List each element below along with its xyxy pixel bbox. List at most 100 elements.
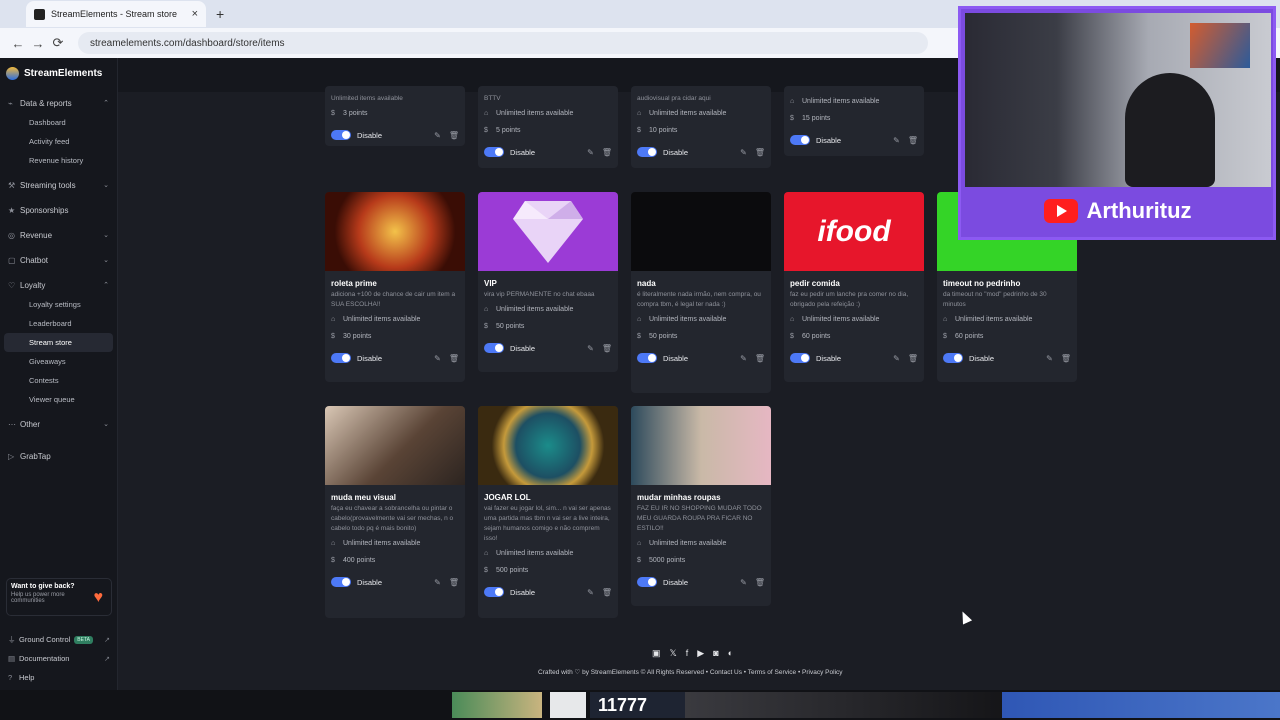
tools-icon: ⚒: [8, 180, 16, 190]
trash-icon[interactable]: 🗑: [1061, 354, 1071, 363]
youtube-icon[interactable]: ▶: [697, 648, 704, 659]
store-item-card: audiovisual pra cidar aqui ⌂ Unlimited it…: [631, 86, 771, 168]
card-availability: ⌂ Unlimited items available: [943, 312, 1071, 327]
edit-icon[interactable]: ✎: [587, 344, 594, 353]
trash-icon[interactable]: 🗑: [602, 344, 612, 353]
edit-icon[interactable]: ✎: [740, 148, 747, 157]
edit-icon[interactable]: ✎: [740, 354, 747, 363]
help-link[interactable]: ? Help: [0, 668, 118, 687]
edit-icon[interactable]: ✎: [893, 136, 900, 145]
chevron-down-icon: ⌄: [103, 232, 109, 239]
sidebar-section-loyalty[interactable]: ♡ Loyalty ⌃: [0, 275, 117, 295]
enable-toggle[interactable]: [943, 353, 963, 363]
sidebar-item-activity-feed[interactable]: Activity feed: [4, 132, 113, 151]
ground-control-link[interactable]: ⏚ Ground Control BETA ↗: [0, 630, 118, 649]
store-item-card[interactable]: ifood pedir comida faz eu pedir um lanch…: [784, 192, 924, 382]
wall-painting: [1190, 23, 1250, 68]
streamelements-favicon-icon: [34, 8, 45, 20]
trash-icon[interactable]: 🗑: [755, 578, 765, 587]
sidebar-item-stream-store[interactable]: Stream store: [4, 333, 113, 352]
brand[interactable]: StreamElements: [0, 58, 117, 88]
dollar-icon: $: [484, 323, 488, 330]
sidebar-section-grabtap[interactable]: ▷ GrabTap: [0, 446, 117, 466]
enable-toggle[interactable]: [790, 135, 810, 145]
url-text: streamelements.com/dashboard/store/items: [90, 37, 285, 49]
discord-icon[interactable]: ◐: [728, 648, 733, 659]
sidebar-section-sponsorships[interactable]: ★ Sponsorships: [0, 200, 117, 220]
enable-toggle[interactable]: [637, 353, 657, 363]
edit-icon[interactable]: ✎: [587, 588, 594, 597]
trash-icon[interactable]: 🗑: [449, 354, 459, 363]
card-title: timeout no pedrinho: [943, 279, 1021, 288]
trash-icon[interactable]: 🗑: [449, 131, 459, 140]
trash-icon[interactable]: 🗑: [602, 148, 612, 157]
sidebar-section-chatbot[interactable]: ▢ Chatbot ⌄: [0, 250, 117, 270]
give-back-card[interactable]: Want to give back? Help us power more co…: [6, 578, 112, 616]
x-icon[interactable]: 𝕏: [670, 648, 677, 659]
mouse-cursor: [957, 609, 973, 625]
address-bar[interactable]: streamelements.com/dashboard/store/items: [78, 32, 928, 54]
edit-icon[interactable]: ✎: [587, 148, 594, 157]
store-item-card[interactable]: JOGAR LOL vai fazer eu jogar lol, sim...…: [478, 406, 618, 618]
edit-icon[interactable]: ✎: [434, 354, 441, 363]
sidebar-section-revenue[interactable]: ◎ Revenue ⌄: [0, 225, 117, 245]
trash-icon[interactable]: 🗑: [908, 354, 918, 363]
trash-icon[interactable]: 🗑: [755, 148, 765, 157]
trash-icon[interactable]: 🗑: [449, 578, 459, 587]
sidebar-item-giveaways[interactable]: Giveaways: [4, 352, 113, 371]
enable-toggle[interactable]: [484, 343, 504, 353]
basket-icon: ⌂: [637, 110, 642, 117]
enable-toggle[interactable]: [331, 353, 351, 363]
instagram-icon[interactable]: ◙: [713, 648, 718, 659]
trash-icon[interactable]: 🗑: [602, 588, 612, 597]
sidebar-item-revenue-history[interactable]: Revenue history: [4, 151, 113, 170]
card-price: $15 points: [790, 111, 918, 126]
enable-toggle[interactable]: [637, 147, 657, 157]
disable-label: Disable: [663, 147, 689, 157]
availability-text: Unlimited items available: [496, 306, 574, 313]
edit-icon[interactable]: ✎: [434, 131, 441, 140]
overlay-panel-blue: [1002, 692, 1280, 718]
store-item-card[interactable]: mudar minhas roupas FAZ EU IR NO SHOPPIN…: [631, 406, 771, 606]
documentation-link[interactable]: ▤ Documentation ↗: [0, 649, 118, 668]
close-tab-icon[interactable]: ×: [192, 8, 198, 20]
sidebar-item-dashboard[interactable]: Dashboard: [4, 113, 113, 132]
forward-icon[interactable]: →: [28, 36, 48, 51]
sidebar-item-viewer-queue[interactable]: Viewer queue: [4, 390, 113, 409]
sidebar-item-leaderboard[interactable]: Leaderboard: [4, 314, 113, 333]
sidebar-item-contests[interactable]: Contests: [4, 371, 113, 390]
facebook-icon[interactable]: f: [686, 648, 689, 659]
trash-icon[interactable]: 🗑: [908, 136, 918, 145]
edit-icon[interactable]: ✎: [893, 354, 900, 363]
card-title: pedir comida: [790, 279, 840, 288]
edit-icon[interactable]: ✎: [740, 578, 747, 587]
edit-icon[interactable]: ✎: [1046, 354, 1053, 363]
edit-icon[interactable]: ✎: [434, 578, 441, 587]
store-item-card[interactable]: muda meu visual faça eu chavear a sobran…: [325, 406, 465, 618]
store-item-card[interactable]: VIP vira vip PERMANENTE no chat ebaaa ⌂ U…: [478, 192, 618, 372]
sidebar-section-other[interactable]: ⋯ Other ⌄: [0, 414, 117, 434]
enable-toggle[interactable]: [484, 147, 504, 157]
card-price: $30 points: [331, 329, 459, 344]
sidebar-section-data-reports[interactable]: ⌁ Data & reports ⌃: [0, 93, 117, 113]
trash-icon[interactable]: 🗑: [755, 354, 765, 363]
store-item-card[interactable]: roleta prime adiciona +100 de chance de …: [325, 192, 465, 382]
sidebar-section-streaming-tools[interactable]: ⚒ Streaming tools ⌄: [0, 175, 117, 195]
enable-toggle[interactable]: [331, 130, 351, 140]
price-text: 50 points: [496, 323, 525, 330]
chevron-down-icon: ⌄: [103, 182, 109, 189]
back-icon[interactable]: ←: [8, 36, 28, 51]
sidebar-item-loyalty-settings[interactable]: Loyalty settings: [4, 295, 113, 314]
enable-toggle[interactable]: [790, 353, 810, 363]
lol-image: [478, 406, 618, 485]
dollar-icon: $: [637, 557, 641, 564]
enable-toggle[interactable]: [331, 577, 351, 587]
enable-toggle[interactable]: [484, 587, 504, 597]
card-description: faz eu pedir um lanche pra comer no dia,…: [790, 291, 909, 308]
twitch-icon[interactable]: ▣: [652, 648, 661, 659]
new-tab-icon[interactable]: +: [216, 6, 224, 22]
store-item-card[interactable]: nada é literalmente nada irmão, nem comp…: [631, 192, 771, 393]
reload-icon[interactable]: ⟳: [48, 35, 68, 51]
enable-toggle[interactable]: [637, 577, 657, 587]
browser-tab[interactable]: StreamElements - Stream store ×: [26, 1, 206, 27]
